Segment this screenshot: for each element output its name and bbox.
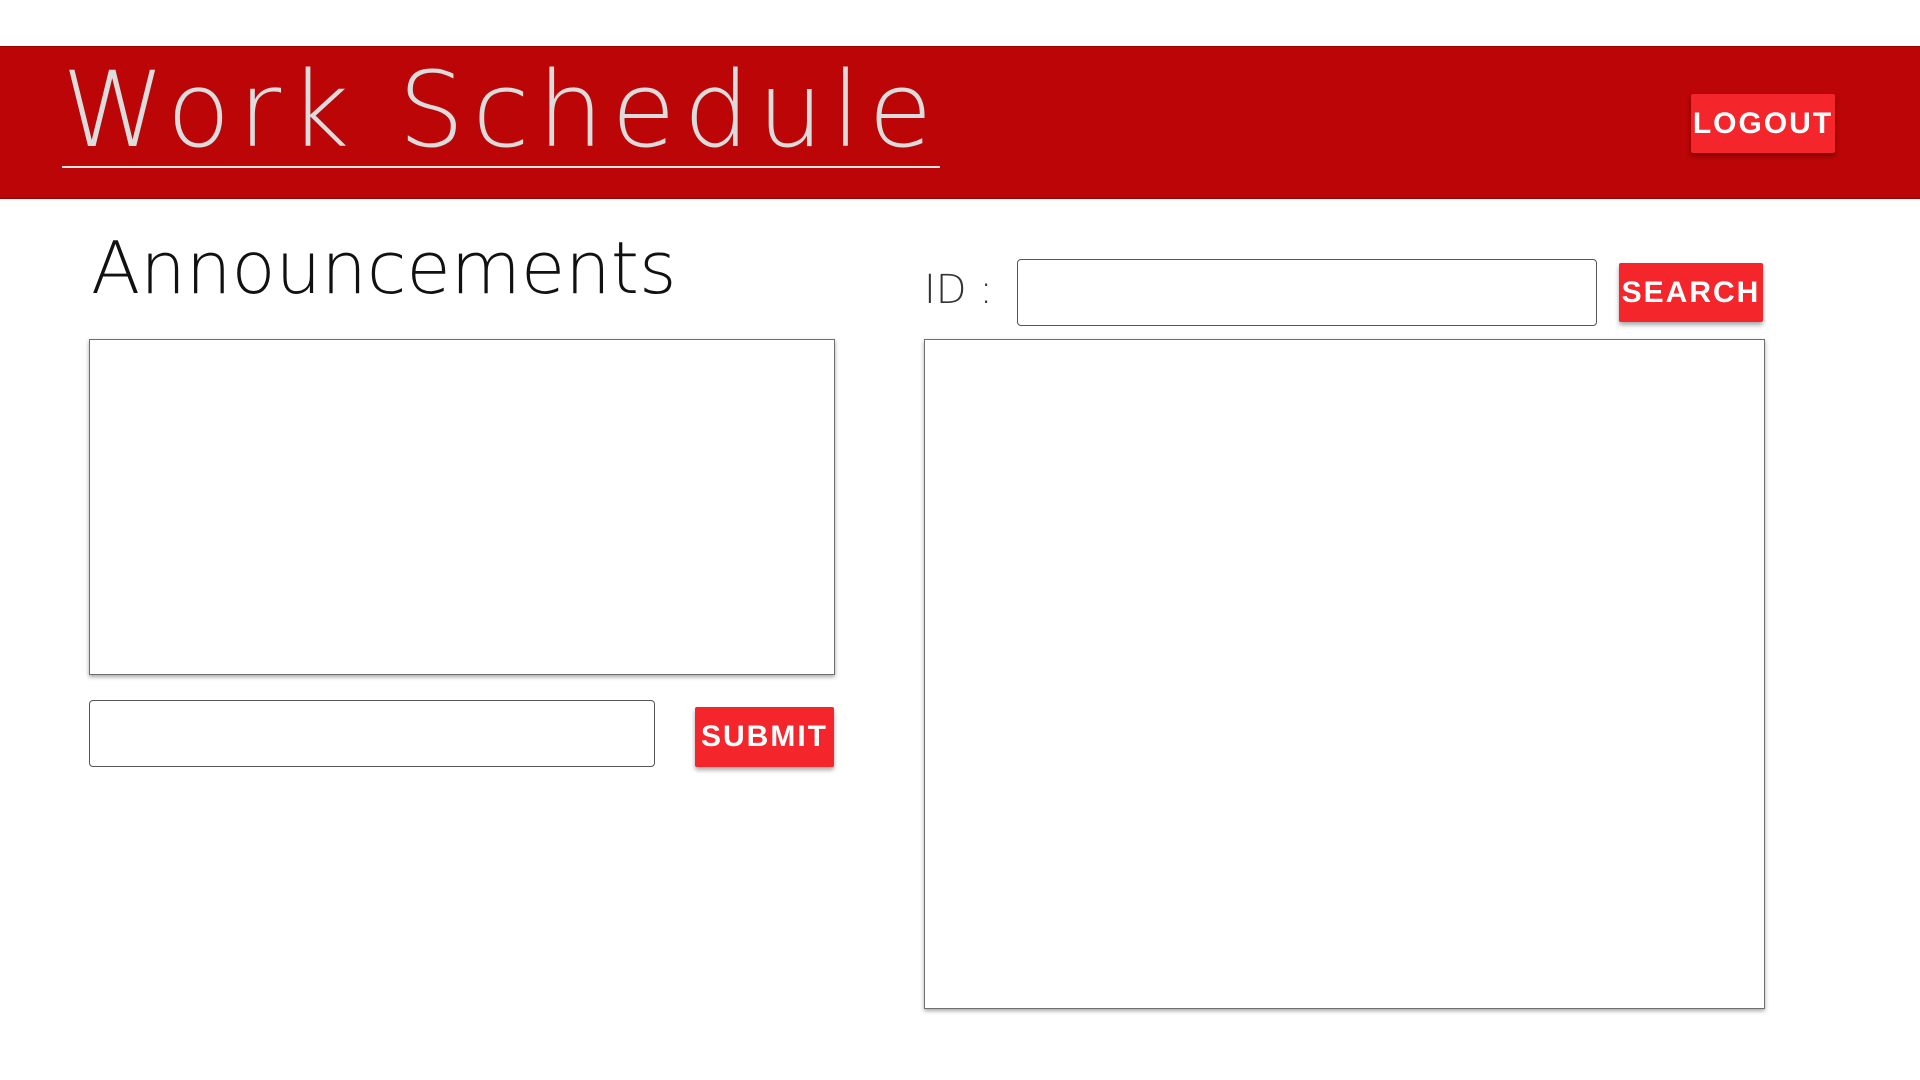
app-title[interactable]: Work Schedule (62, 58, 941, 168)
logout-button[interactable]: LOGOUT (1691, 94, 1835, 153)
submit-button[interactable]: SUBMIT (695, 707, 834, 767)
id-label: ID : (924, 267, 993, 313)
announcements-title: Announcements (91, 226, 677, 310)
search-button[interactable]: SEARCH (1619, 263, 1763, 322)
id-search-input[interactable] (1017, 259, 1597, 326)
schedule-results-panel[interactable] (924, 339, 1765, 1009)
announcements-list[interactable] (89, 339, 835, 675)
announcement-input[interactable] (89, 700, 655, 767)
